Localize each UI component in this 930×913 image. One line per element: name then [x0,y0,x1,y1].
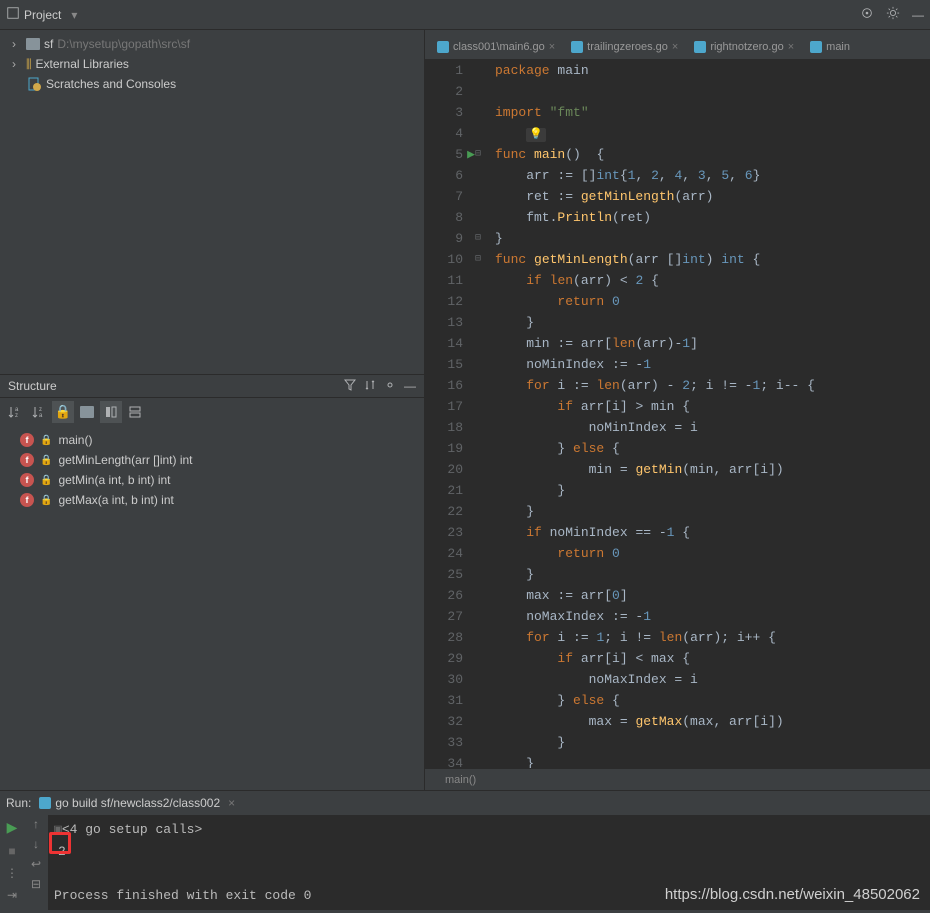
target-icon[interactable] [860,6,874,23]
run-label: Run: [6,796,31,810]
go-file-icon [571,41,583,53]
lock-toggle[interactable]: 🔒 [52,401,74,423]
function-icon: f [20,473,34,487]
left-pane: › sf D:\mysetup\gopath\src\sf › ⫼ Extern… [0,30,425,790]
chevron-right-icon[interactable]: › [12,37,22,51]
scratch-icon [28,77,42,91]
code-editor[interactable]: 12345▶6789101112131415161718192021222324… [425,60,930,768]
stamp-icon: ▣ [54,822,62,837]
sort-az-button[interactable]: az [4,401,26,423]
close-icon[interactable]: × [672,41,678,53]
lock-icon: 🔒 [40,475,52,486]
sort-za-button[interactable]: za [28,401,50,423]
expand-icon[interactable]: ▾ [71,8,77,22]
minimize-icon[interactable]: — [404,379,416,394]
go-file-icon [437,41,449,53]
project-tree: › sf D:\mysetup\gopath\src\sf › ⫼ Extern… [0,30,424,98]
stop-button[interactable]: ■ [8,844,15,858]
more-icon[interactable]: ⋮ [6,866,18,880]
tab-rightnotzero[interactable]: rightnotzero.go× [686,35,802,59]
structure-header: Structure — [0,374,424,398]
structure-item[interactable]: f🔒getMin(a int, b int) int [0,470,424,490]
layout-icon[interactable]: ⊟ [31,877,41,891]
tab-main[interactable]: main [802,35,858,59]
fold-column: ⊟⊟⊟⊟ [471,60,485,768]
code-content[interactable]: package mainimport "fmt" 💡func main() { … [485,60,930,768]
view-mode-2[interactable] [124,401,146,423]
setup-calls-text: <4 go setup calls> [62,822,202,837]
settings-icon[interactable] [886,6,900,23]
run-config[interactable]: go build sf/newclass2/class002 × [39,796,235,810]
structure-title: Structure [8,379,57,393]
exit-icon[interactable]: ⇥ [7,888,17,902]
project-title: Project [24,8,61,22]
run-toolbar: ▶ ■ ⋮ ⇥ [0,815,24,910]
structure-item[interactable]: f🔒getMax(a int, b int) int [0,490,424,510]
structure-item[interactable]: f🔒main() [0,430,424,450]
go-file-icon [810,41,822,53]
view-mode-1[interactable] [100,401,122,423]
function-icon: f [20,453,34,467]
function-icon: f [20,433,34,447]
structure-list: f🔒main() f🔒getMinLength(arr []int) int f… [0,426,424,514]
tab-class001[interactable]: class001\main6.go× [429,35,563,59]
folder-icon [26,38,40,50]
output-line: 2 [54,841,924,863]
structure-item[interactable]: f🔒getMinLength(arr []int) int [0,450,424,470]
gear-icon[interactable] [384,379,396,394]
lock-icon: 🔒 [40,455,52,466]
close-icon[interactable]: × [788,41,794,53]
collapse-icon[interactable]: — [912,8,924,22]
watermark: https://blog.csdn.net/weixin_48502062 [665,886,920,903]
lock-icon: 🔒 [40,495,52,506]
editor-tabs: class001\main6.go× trailingzeroes.go× ri… [425,30,930,60]
go-file-icon [694,41,706,53]
structure-toolbar: az za 🔒 [0,398,424,426]
close-icon[interactable]: × [549,41,555,53]
editor-pane: class001\main6.go× trailingzeroes.go× ri… [425,30,930,790]
chevron-right-icon[interactable]: › [12,57,22,71]
breadcrumb[interactable]: main() [425,768,930,790]
library-icon: ⫼ [26,57,32,72]
tree-scratches[interactable]: Scratches and Consoles [0,74,424,94]
down-icon[interactable]: ↓ [33,837,39,851]
close-icon[interactable]: × [228,796,235,810]
lock-icon: 🔒 [40,435,52,446]
main-split: › sf D:\mysetup\gopath\src\sf › ⫼ Extern… [0,30,930,790]
tree-ext-lib[interactable]: › ⫼ External Libraries [0,54,424,74]
tab-trailingzeroes[interactable]: trailingzeroes.go× [563,35,686,59]
run-header: Run: go build sf/newclass2/class002 × [0,791,930,815]
go-file-icon [39,797,51,809]
up-icon[interactable]: ↑ [33,817,39,831]
project-top-bar: Project ▾ — [0,0,930,30]
run-button[interactable]: ▶ [7,819,18,836]
tree-sf[interactable]: › sf D:\mysetup\gopath\src\sf [0,34,424,54]
folder-toggle[interactable] [76,401,98,423]
project-icon [6,6,20,23]
svg-text:z: z [15,413,18,419]
gutter: 12345▶6789101112131415161718192021222324… [425,60,471,768]
function-icon: f [20,493,34,507]
run-nav: ↑ ↓ ↩ ⊟ [24,815,48,910]
wrap-icon[interactable]: ↩ [31,857,41,871]
svg-text:a: a [39,413,43,419]
filter-icon[interactable] [344,379,356,394]
sort-icon[interactable] [364,379,376,394]
